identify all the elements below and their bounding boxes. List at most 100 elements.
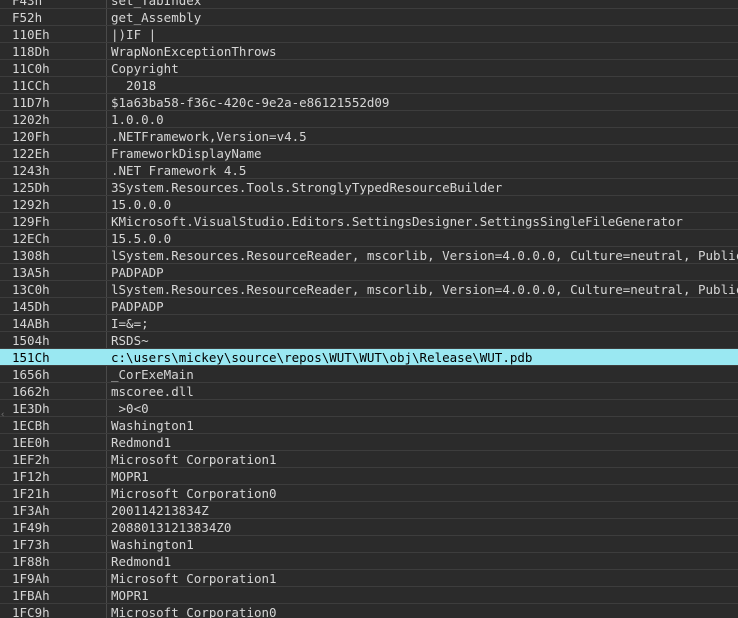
- string-cell: 2018: [111, 78, 157, 93]
- table-row[interactable]: 14ABh I=&=;: [0, 315, 738, 332]
- offset-cell: 151Ch: [12, 350, 50, 365]
- table-row[interactable]: 1F21h Microsoft Corporation0: [0, 485, 738, 502]
- offset-cell: 1EF2h: [12, 452, 50, 467]
- offset-cell: 110Eh: [12, 27, 50, 42]
- string-cell: 20880131213834Z0: [111, 520, 232, 535]
- table-row[interactable]: 13C0h lSystem.Resources.ResourceReader, m…: [0, 281, 738, 298]
- table-row[interactable]: 1308h lSystem.Resources.ResourceReader, m…: [0, 247, 738, 264]
- table-row[interactable]: F43h set_TabIndex: [0, 0, 738, 9]
- table-row[interactable]: 1EF2h Microsoft Corporation1: [0, 451, 738, 468]
- string-cell: >0<0: [111, 401, 149, 416]
- table-row[interactable]: 125Dh 3System.Resources.Tools.StronglyTyp…: [0, 179, 738, 196]
- table-row[interactable]: 11CCh 2018: [0, 77, 738, 94]
- table-row-selected[interactable]: 151Ch c:\users\mickey\source\repos\WUT\WU…: [0, 349, 738, 366]
- table-row[interactable]: 122Eh FrameworkDisplayName: [0, 145, 738, 162]
- offset-cell: 129Fh: [12, 214, 50, 229]
- offset-cell: 1662h: [12, 384, 50, 399]
- table-row[interactable]: 12ECh 15.5.0.0: [0, 230, 738, 247]
- offset-cell: 1F49h: [12, 520, 50, 535]
- string-cell: WrapNonExceptionThrows: [111, 44, 277, 59]
- string-cell: Washington1: [111, 537, 194, 552]
- table-row[interactable]: 120Fh .NETFramework,Version=v4.5: [0, 128, 738, 145]
- string-cell: c:\users\mickey\source\repos\WUT\WUT\obj…: [111, 350, 533, 365]
- string-cell: lSystem.Resources.ResourceReader, mscorl…: [111, 282, 738, 297]
- offset-cell: 1F9Ah: [12, 571, 50, 586]
- offset-cell: 1F21h: [12, 486, 50, 501]
- offset-cell: 1243h: [12, 163, 50, 178]
- offset-cell: 1ECBh: [12, 418, 50, 433]
- string-cell: Microsoft Corporation0: [111, 486, 277, 501]
- string-cell: RSDS~: [111, 333, 149, 348]
- edge-marker-icon: ‹: [0, 410, 6, 420]
- table-row[interactable]: 1F12h MOPR1: [0, 468, 738, 485]
- offset-cell: 1F12h: [12, 469, 50, 484]
- table-row[interactable]: 1F9Ah Microsoft Corporation1: [0, 570, 738, 587]
- offset-cell: 13A5h: [12, 265, 50, 280]
- offset-cell: 14ABh: [12, 316, 50, 331]
- offset-cell: 145Dh: [12, 299, 50, 314]
- offset-cell: 1292h: [12, 197, 50, 212]
- table-row[interactable]: 11D7h $1a63ba58-f36c-420c-9e2a-e86121552d…: [0, 94, 738, 111]
- string-cell: Redmond1: [111, 554, 172, 569]
- table-row[interactable]: 145Dh PADPADP: [0, 298, 738, 315]
- string-cell: PADPADP: [111, 265, 164, 280]
- string-cell: Microsoft Corporation1: [111, 452, 277, 467]
- table-row[interactable]: 11C0h Copyright: [0, 60, 738, 77]
- table-row[interactable]: 1F3Ah 200114213834Z: [0, 502, 738, 519]
- string-cell: Copyright: [111, 61, 179, 76]
- offset-cell: 1202h: [12, 112, 50, 127]
- table-row[interactable]: 1FBAh MOPR1: [0, 587, 738, 604]
- string-cell: I=&=;: [111, 316, 149, 331]
- table-row[interactable]: 1F73h Washington1: [0, 536, 738, 553]
- table-row[interactable]: 1202h 1.0.0.0: [0, 111, 738, 128]
- offset-cell: 11D7h: [12, 95, 50, 110]
- table-row[interactable]: 1662h mscoree.dll: [0, 383, 738, 400]
- string-cell: Microsoft Corporation1: [111, 571, 277, 586]
- table-row[interactable]: 1243h .NET Framework 4.5: [0, 162, 738, 179]
- offset-cell: 13C0h: [12, 282, 50, 297]
- table-row[interactable]: 1E3Dh >0<0: [0, 400, 738, 417]
- offset-cell: 122Eh: [12, 146, 50, 161]
- strings-table: F43h set_TabIndex F52h get_Assembly 110Eh |)I…: [0, 0, 738, 618]
- offset-cell: 1F73h: [12, 537, 50, 552]
- offset-cell: 1EE0h: [12, 435, 50, 450]
- offset-cell: F52h: [12, 10, 43, 25]
- string-cell: MOPR1: [111, 469, 149, 484]
- string-cell: .NETFramework,Version=v4.5: [111, 129, 307, 144]
- offset-cell: F43h: [12, 0, 43, 8]
- offset-cell: 1308h: [12, 248, 50, 263]
- table-row[interactable]: 1292h 15.0.0.0: [0, 196, 738, 213]
- string-cell: .NET Framework 4.5: [111, 163, 247, 178]
- table-row[interactable]: 1504h RSDS~: [0, 332, 738, 349]
- offset-cell: 11CCh: [12, 78, 50, 93]
- string-cell: set_TabIndex: [111, 0, 202, 8]
- table-row[interactable]: 110Eh |)IF |: [0, 26, 738, 43]
- offset-cell: 1F3Ah: [12, 503, 50, 518]
- offset-cell: 12ECh: [12, 231, 50, 246]
- offset-cell: 120Fh: [12, 129, 50, 144]
- table-row[interactable]: 1656h _CorExeMain: [0, 366, 738, 383]
- table-row[interactable]: 118Dh WrapNonExceptionThrows: [0, 43, 738, 60]
- offset-cell: 1656h: [12, 367, 50, 382]
- offset-cell: 1FC9h: [12, 605, 50, 618]
- offset-cell: 125Dh: [12, 180, 50, 195]
- offset-cell: 1FBAh: [12, 588, 50, 603]
- table-row[interactable]: 1F49h 20880131213834Z0: [0, 519, 738, 536]
- offset-cell: 11C0h: [12, 61, 50, 76]
- offset-cell: 118Dh: [12, 44, 50, 59]
- string-cell: Microsoft Corporation0: [111, 605, 277, 618]
- string-cell: _CorExeMain: [111, 367, 194, 382]
- table-row[interactable]: 1FC9h Microsoft Corporation0: [0, 604, 738, 618]
- table-row[interactable]: 1EE0h Redmond1: [0, 434, 738, 451]
- table-row[interactable]: 1ECBh Washington1: [0, 417, 738, 434]
- string-cell: 15.0.0.0: [111, 197, 172, 212]
- string-cell: 200114213834Z: [111, 503, 209, 518]
- string-cell: Redmond1: [111, 435, 172, 450]
- table-row[interactable]: 13A5h PADPADP: [0, 264, 738, 281]
- string-cell: PADPADP: [111, 299, 164, 314]
- string-cell: Washington1: [111, 418, 194, 433]
- table-row[interactable]: 129Fh KMicrosoft.VisualStudio.Editors.Set…: [0, 213, 738, 230]
- table-row[interactable]: F52h get_Assembly: [0, 9, 738, 26]
- table-row[interactable]: 1F88h Redmond1: [0, 553, 738, 570]
- string-cell: |)IF |: [111, 27, 157, 42]
